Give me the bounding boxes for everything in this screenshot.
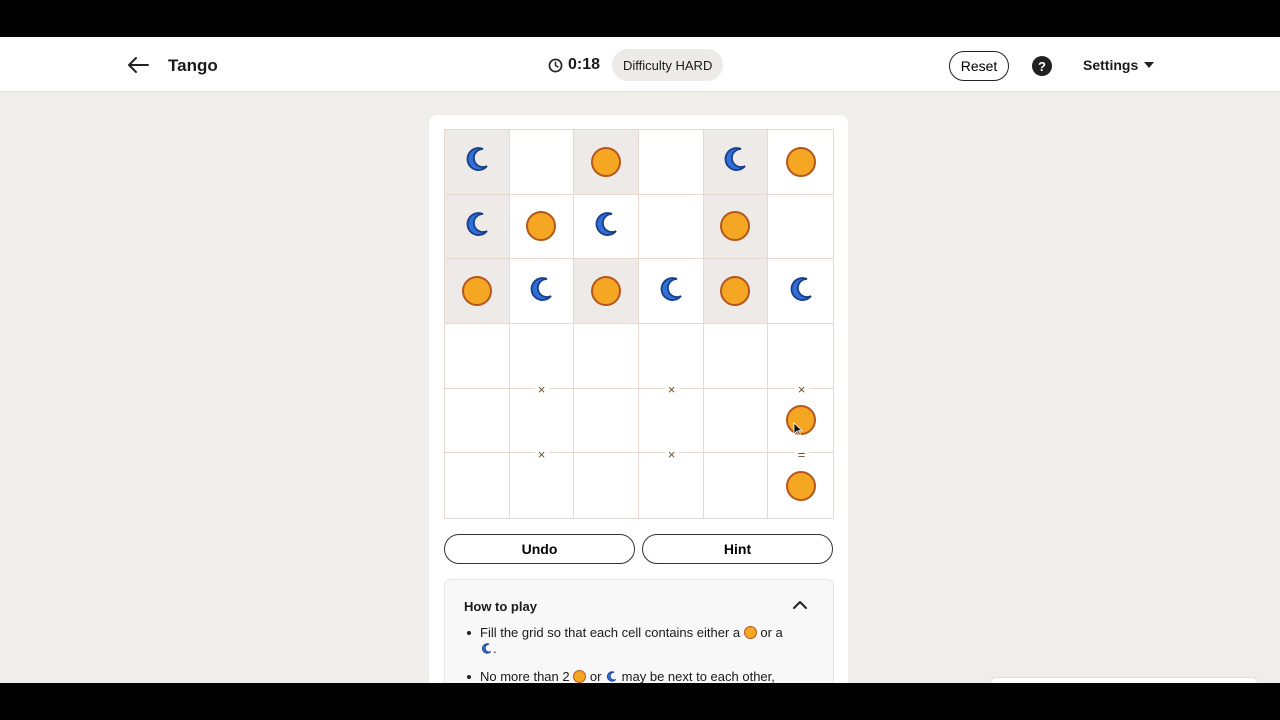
cross-marker: × bbox=[534, 382, 549, 397]
grid-cell bbox=[574, 259, 639, 324]
clock-icon bbox=[548, 58, 563, 72]
sun-icon bbox=[743, 626, 757, 639]
grid-cell[interactable] bbox=[509, 388, 575, 454]
grid-cell[interactable] bbox=[638, 194, 704, 260]
top-bar: Tango 0:18 Difficulty HARD Reset ? Setti… bbox=[0, 37, 1280, 92]
grid-cell[interactable] bbox=[768, 259, 833, 324]
grid-cell[interactable] bbox=[703, 323, 769, 389]
grid-cell bbox=[703, 130, 769, 195]
moon-icon bbox=[607, 671, 617, 682]
reset-button[interactable]: Reset bbox=[949, 51, 1009, 81]
grid-cell[interactable] bbox=[638, 323, 704, 389]
grid-cell[interactable] bbox=[509, 323, 575, 389]
sun-icon bbox=[591, 276, 622, 307]
timer: 0:18 bbox=[548, 56, 600, 74]
mouse-cursor-icon bbox=[793, 422, 803, 436]
moon-icon bbox=[656, 274, 686, 309]
grid-cell[interactable] bbox=[509, 259, 575, 324]
grid-cell[interactable] bbox=[574, 388, 639, 454]
grid-cell bbox=[445, 194, 510, 260]
grid-cell bbox=[703, 194, 769, 260]
chevron-up-icon[interactable] bbox=[791, 598, 809, 612]
cross-marker: × bbox=[794, 382, 809, 397]
moon-icon bbox=[526, 274, 556, 309]
caret-down-icon bbox=[1144, 62, 1155, 68]
grid-cell[interactable] bbox=[768, 323, 833, 389]
sun-icon bbox=[573, 670, 587, 683]
help-icon[interactable]: ? bbox=[1032, 56, 1052, 76]
sun-icon bbox=[720, 276, 751, 307]
undo-button[interactable]: Undo bbox=[444, 534, 635, 564]
difficulty-badge: Difficulty HARD bbox=[612, 49, 724, 81]
sun-icon bbox=[785, 470, 816, 501]
equal-marker: = bbox=[794, 447, 809, 462]
moon-icon bbox=[720, 144, 750, 179]
sun-icon bbox=[526, 211, 557, 242]
grid-cell[interactable] bbox=[638, 453, 704, 518]
sun-icon bbox=[785, 146, 816, 177]
grid-cell[interactable] bbox=[638, 259, 704, 324]
grid-cell bbox=[574, 130, 639, 195]
timer-value: 0:18 bbox=[568, 56, 601, 73]
grid-cell[interactable] bbox=[445, 388, 510, 454]
moon-icon bbox=[786, 274, 816, 309]
hint-button[interactable]: Hint bbox=[642, 534, 833, 564]
tango-grid bbox=[444, 129, 834, 519]
grid-cell[interactable] bbox=[574, 453, 639, 518]
grid-cell[interactable] bbox=[445, 453, 510, 518]
rules-list: Fill the grid so that each cell contains… bbox=[467, 625, 815, 683]
grid-cell[interactable] bbox=[768, 194, 833, 260]
grid-cell[interactable] bbox=[509, 194, 575, 260]
moon-icon bbox=[481, 643, 492, 654]
grid-cell[interactable] bbox=[574, 194, 639, 260]
sun-icon bbox=[591, 146, 622, 177]
grid-cell[interactable] bbox=[768, 388, 833, 454]
moon-icon bbox=[462, 209, 492, 244]
settings-menu[interactable]: Settings bbox=[1083, 57, 1155, 73]
grid-cell bbox=[703, 259, 769, 324]
game-page: Tango 0:18 Difficulty HARD Reset ? Setti… bbox=[0, 37, 1280, 683]
grid-cell[interactable] bbox=[703, 388, 769, 454]
cross-marker: × bbox=[664, 447, 679, 462]
grid-cell bbox=[445, 130, 510, 195]
game-title: Tango bbox=[168, 56, 218, 75]
rule-item: No more than 2 or may be next to each ot… bbox=[467, 669, 815, 683]
how-to-play-panel: How to play Fill the grid so that each c… bbox=[444, 579, 834, 683]
moon-icon bbox=[462, 144, 492, 179]
how-to-play-title: How to play bbox=[464, 599, 537, 614]
grid-cell[interactable] bbox=[574, 323, 639, 389]
grid-cell[interactable] bbox=[768, 453, 833, 518]
grid-cell[interactable] bbox=[638, 130, 704, 195]
moon-icon bbox=[591, 209, 621, 244]
cross-marker: × bbox=[534, 447, 549, 462]
settings-label: Settings bbox=[1083, 57, 1139, 73]
back-arrow-icon[interactable] bbox=[124, 53, 152, 77]
grid-cell bbox=[445, 259, 510, 324]
floating-card bbox=[990, 677, 1258, 683]
grid-cell[interactable] bbox=[445, 323, 510, 389]
grid-cell[interactable] bbox=[638, 388, 704, 454]
rule-item: Fill the grid so that each cell contains… bbox=[467, 625, 815, 657]
grid-cell[interactable] bbox=[703, 453, 769, 518]
grid-cell[interactable] bbox=[509, 453, 575, 518]
sun-icon bbox=[720, 211, 751, 242]
cross-marker: × bbox=[664, 382, 679, 397]
grid-cell[interactable] bbox=[509, 130, 575, 195]
sun-icon bbox=[461, 276, 492, 307]
grid-cell[interactable] bbox=[768, 130, 833, 195]
